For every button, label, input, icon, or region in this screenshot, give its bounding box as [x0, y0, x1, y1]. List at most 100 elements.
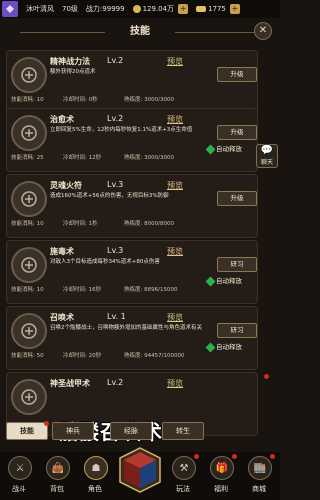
coin-icon	[132, 5, 141, 13]
skill-preview-link[interactable]: 预览	[167, 56, 183, 67]
tab-divine-weapon[interactable]: 神兵	[52, 422, 94, 440]
skill-rune-icon	[21, 389, 37, 405]
gift-icon: 🎁	[210, 456, 234, 480]
nav-character[interactable]: ☗ 角色	[76, 452, 114, 500]
ingot-counter: 1775	[196, 5, 226, 13]
skill-action-button[interactable]: 升级	[217, 67, 257, 82]
shop-icon: 🏬	[248, 456, 272, 480]
skill-stats: 技能消耗: 10 冷却时间: 16秒 熟练度: 8896/15000	[11, 285, 253, 295]
skill-rune-icon	[21, 67, 37, 83]
skill-name: 治愈术	[50, 115, 74, 124]
skill-cost: 技能消耗: 50	[11, 353, 44, 359]
sword-icon: ⚔	[8, 456, 32, 480]
shop-notification-dot	[270, 454, 275, 459]
skill-level: Lv. 1	[107, 312, 126, 321]
coin-add-button[interactable]: +	[178, 4, 189, 14]
power-value: 99999	[102, 5, 125, 13]
skill-preview-link[interactable]: 预览	[167, 378, 183, 389]
skill-preview-link[interactable]: 预览	[167, 114, 183, 125]
player-level: 70级	[62, 5, 78, 13]
skill-icon	[11, 115, 47, 151]
header-divider-left	[20, 32, 105, 33]
skill-cooldown: 冷却时间: 12秒	[63, 155, 102, 161]
skill-level: Lv.3	[107, 246, 124, 255]
skill-proficiency: 熟练度: 8896/15000	[124, 287, 178, 293]
skill-icon	[11, 379, 47, 415]
skill-cooldown: 冷却时间: 16秒	[63, 287, 102, 293]
player-avatar[interactable]	[2, 1, 18, 17]
skill-action-button[interactable]: 升级	[217, 191, 257, 206]
skill-card-notification-dot	[264, 374, 269, 379]
nav-gameplay[interactable]: ⚒ 玩法	[164, 452, 202, 500]
chat-icon: 💬	[260, 145, 274, 156]
ingot-icon	[196, 6, 207, 12]
skill-tabs: 技能 神兵 经脉 转生	[0, 420, 280, 440]
header-divider-right	[175, 32, 260, 33]
player-name: 沐叶清风	[26, 5, 54, 13]
skill-card[interactable]: 施毒术 Lv.3 预览 对敌人3个目标造成每秒34%道术+80点伤害 研习 自动…	[6, 240, 258, 304]
skill-preview-link[interactable]: 预览	[167, 180, 183, 191]
skill-card[interactable]: 精神战力法 Lv.2 预览 额外获得20点道术 升级 技能消耗: 10 冷却时间…	[6, 50, 258, 114]
skill-stats: 技能消耗: 50 冷却时间: 20秒 熟练度: 94457/100000	[11, 351, 253, 361]
panel-title: 技能	[130, 26, 150, 37]
skill-description: 对敌人3个目标造成每秒34%道术+80点伤害	[50, 259, 160, 265]
skill-card[interactable]: 治愈术 Lv.2 预览 立即回复5%生命，12秒内每秒恢复1.1%道术+3点生命…	[6, 108, 258, 172]
skill-name: 召唤术	[50, 313, 74, 322]
skill-level: Lv.3	[107, 180, 124, 189]
auto-cast-toggle[interactable]: 自动释放	[205, 143, 242, 154]
skill-description: 召唤2个骷髅战士，召唤物额外增加的基础属性与角色道术有关	[50, 325, 203, 331]
skill-action-button[interactable]: 研习	[217, 323, 257, 338]
skill-icon	[11, 247, 47, 283]
skill-proficiency: 熟练度: 3000/3000	[124, 97, 174, 103]
close-button[interactable]: ✕	[254, 22, 272, 40]
skill-preview-link[interactable]: 预览	[167, 246, 183, 257]
nav-battle[interactable]: ⚔ 战斗	[0, 452, 38, 500]
skill-level: Lv.2	[107, 56, 124, 65]
skill-proficiency: 熟练度: 94457/100000	[124, 353, 185, 359]
skill-proficiency: 熟练度: 3000/3000	[124, 155, 174, 161]
skill-name: 神圣战甲术	[50, 379, 90, 388]
skill-cost: 技能消耗: 10	[11, 221, 44, 227]
tab-rebirth[interactable]: 转生	[162, 422, 204, 440]
nav-shop[interactable]: 🏬 商城	[240, 452, 278, 500]
avatar-icon	[6, 5, 14, 13]
skill-cost: 技能消耗: 25	[11, 155, 44, 161]
tab-meridians[interactable]: 经脉	[110, 422, 152, 440]
skill-cooldown: 冷却时间: 1秒	[63, 221, 98, 227]
skill-cooldown: 冷却时间: 0秒	[63, 97, 98, 103]
skill-name: 精神战力法	[50, 57, 90, 66]
chat-button[interactable]: 💬 聊天	[256, 144, 278, 168]
skill-icon	[11, 181, 47, 217]
skill-description: 额外获得20点道术	[50, 69, 96, 75]
skill-card[interactable]: 灵魂火符 Lv.3 预览 造成160%道术+56点的伤害，无视目标3%防御 升级…	[6, 174, 258, 238]
tab-skills-notification-dot	[44, 421, 49, 426]
auto-cast-toggle[interactable]: 自动释放	[205, 341, 242, 352]
top-status-bar: 沐叶清风 70级 战力: 99999 129.04万 + 1775 +	[0, 0, 280, 18]
panel-header: 技能	[0, 22, 280, 42]
coin-counter: 129.04万	[132, 4, 174, 14]
skill-name: 施毒术	[50, 247, 74, 256]
nav-bag[interactable]: 👜 背包	[38, 452, 76, 500]
skill-action-button[interactable]: 升级	[217, 125, 257, 140]
gameplay-notification-dot	[194, 454, 199, 459]
skill-action-button[interactable]: 研习	[217, 257, 257, 272]
skill-rune-icon	[21, 191, 37, 207]
skill-description: 立即回复5%生命，12秒内每秒恢复1.1%道术+3点生命值	[50, 127, 193, 133]
character-icon: ☗	[84, 456, 108, 480]
tab-skills[interactable]: 技能	[6, 422, 48, 440]
skill-stats: 技能消耗: 10 冷却时间: 0秒 熟练度: 3000/3000	[11, 95, 253, 105]
nav-welfare[interactable]: 🎁 福利	[202, 452, 240, 500]
center-cube-button[interactable]	[118, 446, 162, 494]
auto-cast-toggle[interactable]: 自动释放	[205, 275, 242, 286]
skill-rune-icon	[21, 257, 37, 273]
bag-icon: 👜	[46, 456, 70, 480]
ingot-add-button[interactable]: +	[229, 4, 240, 14]
skill-level: Lv.2	[107, 114, 124, 123]
skill-card[interactable]: 召唤术 Lv. 1 预览 召唤2个骷髅战士，召唤物额外增加的基础属性与角色道术有…	[6, 306, 258, 370]
skill-icon	[11, 313, 47, 349]
skill-preview-link[interactable]: 预览	[167, 312, 183, 323]
skill-description: 造成160%道术+56点的伤害，无视目标3%防御	[50, 193, 169, 199]
skill-name: 灵魂火符	[50, 181, 82, 190]
skill-cooldown: 冷却时间: 20秒	[63, 353, 102, 359]
skill-rune-icon	[21, 125, 37, 141]
